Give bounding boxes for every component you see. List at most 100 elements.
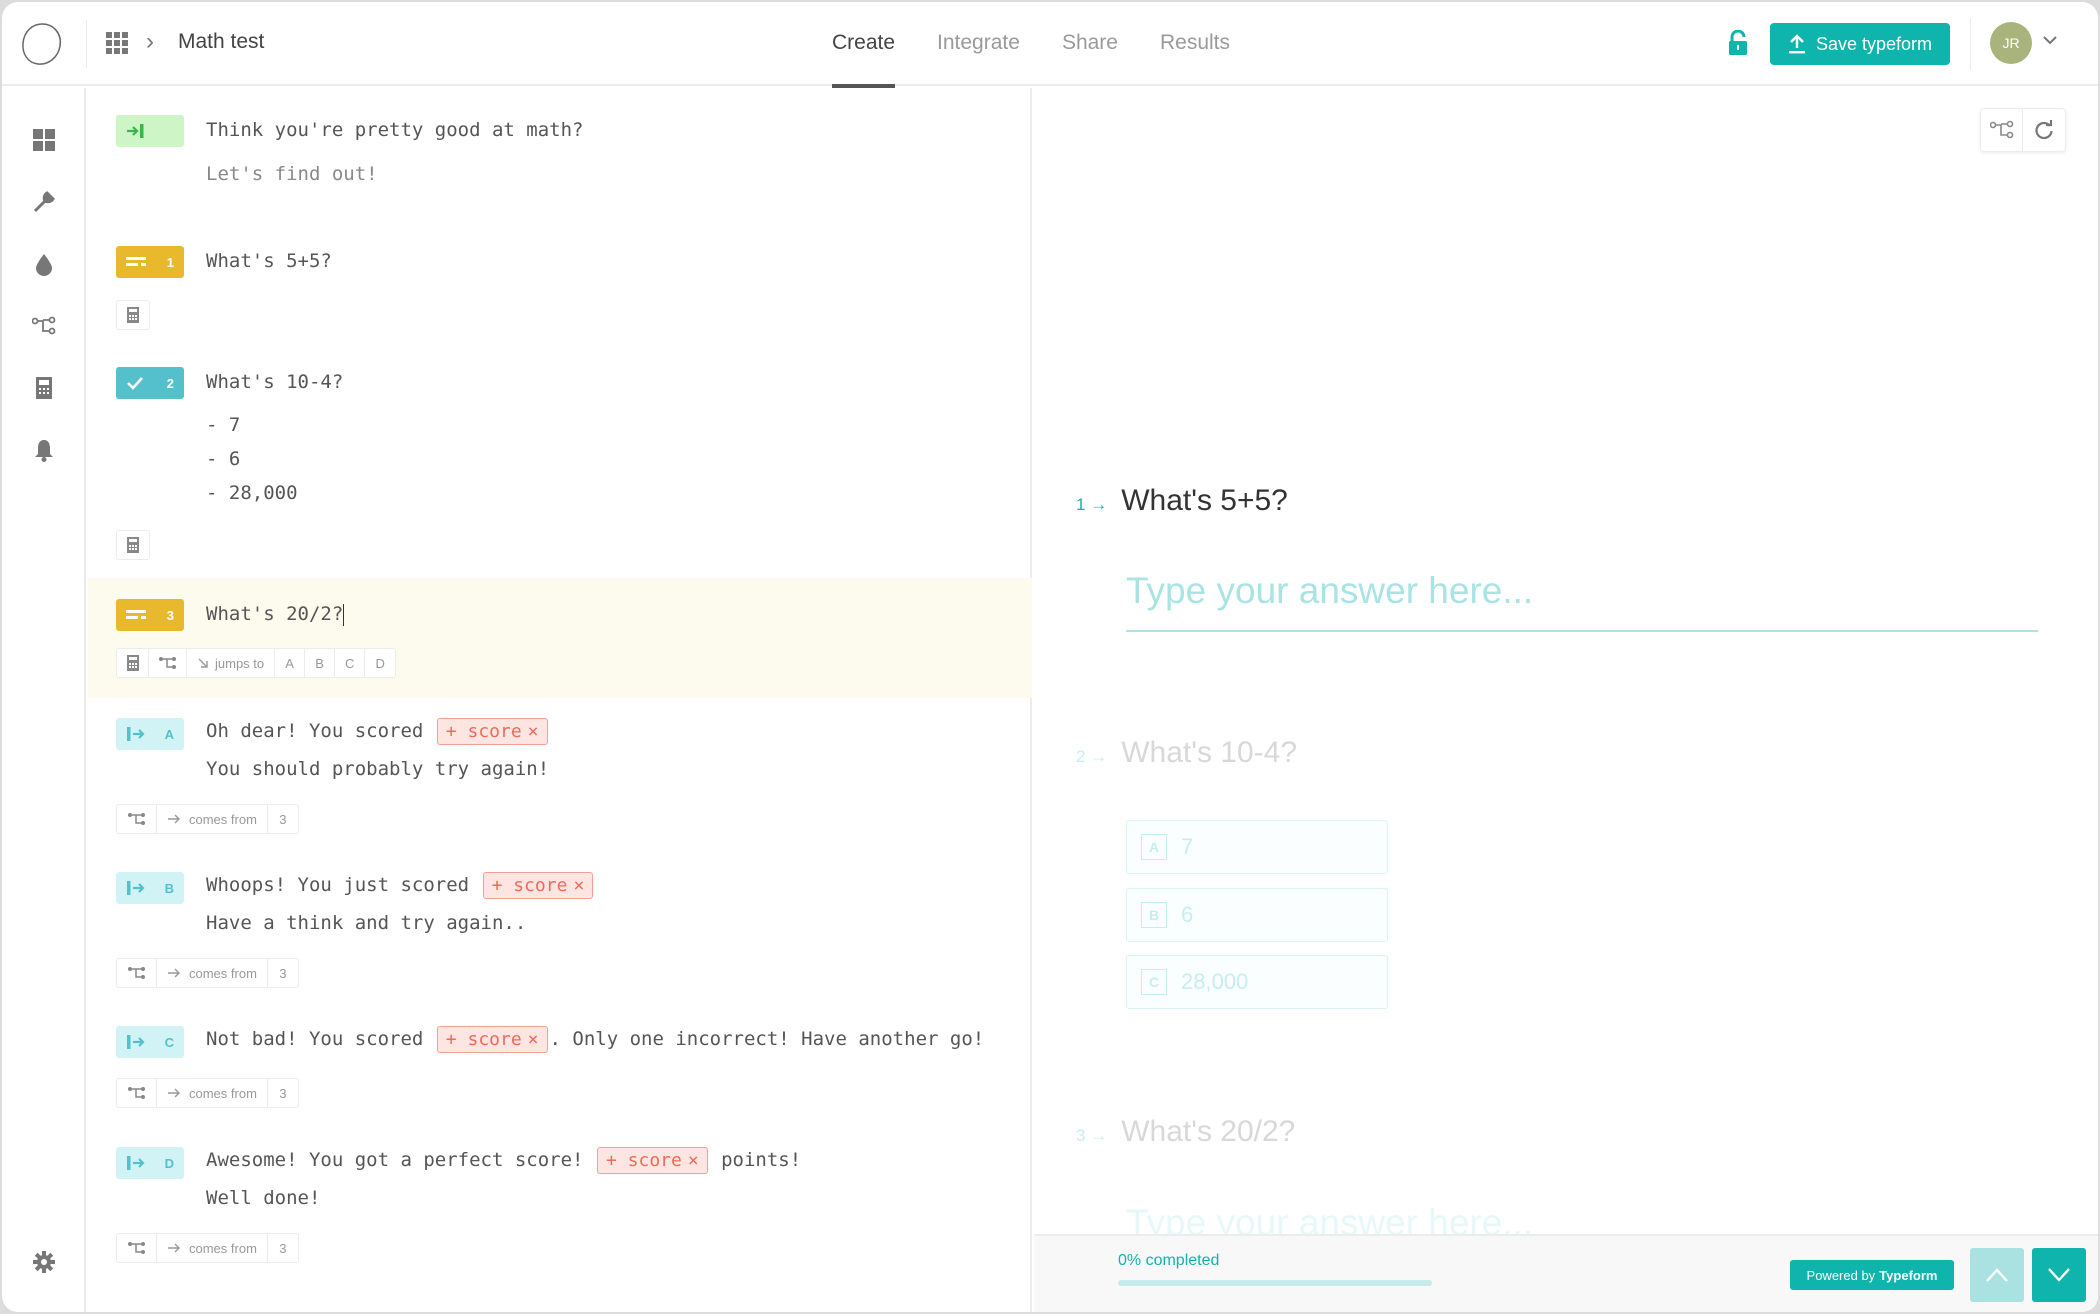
logic-button[interactable] [149, 649, 187, 677]
ending-block-a[interactable]: A Oh dear! You scored + score × You shoul… [88, 708, 1032, 858]
logic-map-button[interactable] [1981, 109, 2023, 151]
question-number: 3 → [1076, 1126, 1108, 1145]
calculator-button[interactable] [117, 649, 149, 677]
choice-option-a[interactable]: A 7 [1126, 820, 1388, 874]
user-avatar[interactable]: JR [1990, 22, 2032, 64]
choice-item[interactable]: - 7 [206, 414, 240, 436]
question-block-1[interactable]: 1 What's 5+5? [88, 228, 1032, 338]
header-divider [1970, 18, 1971, 70]
save-typeform-button[interactable]: Save typeform [1770, 23, 1950, 65]
question-title[interactable]: What's 5+5? [206, 250, 332, 272]
question-toolbar [116, 530, 150, 560]
question-number: 2 → [1076, 747, 1108, 766]
ending-letter: A [164, 726, 174, 742]
progress-label: 0% completed [1118, 1252, 1220, 1269]
logic-button[interactable] [117, 805, 157, 833]
ending-text[interactable]: Awesome! You got a perfect score! + scor… [206, 1147, 801, 1174]
calculator-icon[interactable] [30, 374, 58, 402]
tab-integrate[interactable]: Integrate [937, 2, 1020, 86]
ending-text[interactable]: Oh dear! You scored + score × [206, 718, 550, 745]
ending-text-part: points! [709, 1149, 802, 1171]
jump-target-c[interactable]: C [335, 649, 366, 677]
short-text-badge: 3 [116, 599, 184, 631]
remove-chip-icon[interactable]: × [688, 1150, 699, 1171]
welcome-title[interactable]: Think you're pretty good at math? [206, 119, 584, 141]
question-title[interactable]: What's 10-4? [206, 371, 343, 393]
gear-icon[interactable] [30, 1248, 58, 1276]
remove-chip-icon[interactable]: × [528, 721, 539, 742]
form-preview: 1 → What's 5+5? Type your answer here...… [1034, 88, 2098, 1312]
logic-branch-icon [158, 657, 176, 669]
refresh-button[interactable] [2023, 109, 2065, 151]
jump-target-d[interactable]: D [365, 649, 395, 677]
score-variable-chip[interactable]: + score × [482, 872, 594, 899]
chevron-down-icon[interactable] [2042, 32, 2058, 48]
question-number: 1 [166, 254, 174, 270]
comes-from-label: comes from [189, 1085, 257, 1101]
jump-target-a[interactable]: A [275, 649, 306, 677]
jumps-to-button[interactable]: jumps to [187, 649, 276, 677]
score-variable-chip[interactable]: + score × [436, 1026, 548, 1053]
tab-results[interactable]: Results [1160, 2, 1230, 86]
welcome-subtitle[interactable]: Let's find out! [206, 163, 378, 185]
ending-text[interactable]: Whoops! You just scored + score × [206, 872, 595, 899]
remove-chip-icon[interactable]: × [573, 875, 584, 896]
preview-question-3: 3 → What's 20/2? [1076, 1115, 1295, 1149]
plus-icon: + [445, 721, 457, 742]
bell-icon[interactable] [30, 436, 58, 464]
tab-create[interactable]: Create [832, 2, 896, 88]
enter-arrow-icon [127, 124, 144, 138]
choice-item[interactable]: - 28,000 [206, 482, 298, 504]
progress-bar [1118, 1280, 1432, 1286]
previous-question-button[interactable] [1970, 1248, 2024, 1302]
welcome-screen-block[interactable]: Think you're pretty good at math? Let's … [88, 88, 1032, 218]
choice-option-c[interactable]: C 28,000 [1126, 955, 1388, 1009]
logic-button[interactable] [117, 1234, 157, 1262]
logic-branch-icon [1989, 120, 2013, 139]
choice-key: C [1141, 969, 1167, 995]
form-title[interactable]: Math test [178, 30, 264, 54]
choice-option-b[interactable]: B 6 [1126, 888, 1388, 942]
answer-input[interactable]: Type your answer here... [1126, 566, 2038, 632]
jump-target-b[interactable]: B [305, 649, 336, 677]
apps-grid-icon[interactable] [106, 32, 128, 54]
ending-block-c[interactable]: C Not bad! You scored + score × . Only one… [88, 1016, 1032, 1136]
exit-arrow-icon [127, 727, 145, 741]
ending-line-2[interactable]: You should probably try again! [206, 758, 549, 780]
powered-by-typeform-badge[interactable]: Powered by Typeform [1790, 1260, 1954, 1290]
calculator-button[interactable] [117, 301, 149, 329]
logic-button[interactable] [117, 959, 157, 987]
comes-from-source[interactable]: 3 [268, 959, 298, 987]
comes-from-source[interactable]: 3 [268, 1234, 298, 1262]
comes-from-source[interactable]: 3 [268, 805, 298, 833]
typeform-logo[interactable] [18, 20, 66, 68]
ending-block-b[interactable]: B Whoops! You just scored + score × Have … [88, 862, 1032, 1012]
ending-line-2[interactable]: Well done! [206, 1187, 320, 1209]
ending-letter: B [164, 880, 174, 896]
wrench-icon[interactable] [30, 188, 58, 216]
ending-text[interactable]: Not bad! You scored + score × . Only one i… [206, 1026, 984, 1053]
logic-branch-icon [127, 1242, 145, 1254]
question-block-2[interactable]: 2 What's 10-4? - 7 - 6 - 28,000 [88, 350, 1032, 560]
calculator-button[interactable] [117, 531, 149, 559]
dashboard-icon[interactable] [30, 126, 58, 154]
tab-share[interactable]: Share [1062, 2, 1118, 86]
question-block-3[interactable]: 3 What's 20/2? jumps to A B C D [88, 578, 1032, 698]
exit-arrow-icon [127, 881, 145, 895]
logic-button[interactable] [117, 1079, 157, 1107]
next-question-button[interactable] [2032, 1248, 2086, 1302]
logic-branch-icon[interactable] [30, 312, 58, 340]
theme-drop-icon[interactable] [30, 250, 58, 278]
multiple-choice-badge: 2 [116, 367, 184, 399]
choice-item[interactable]: - 6 [206, 448, 240, 470]
comes-from-source[interactable]: 3 [268, 1079, 298, 1107]
ending-text-part: Awesome! You got a perfect score! [206, 1149, 584, 1171]
remove-chip-icon[interactable]: × [528, 1029, 539, 1050]
ending-line-2[interactable]: Have a think and try again.. [206, 912, 526, 934]
score-variable-chip[interactable]: + score × [436, 718, 548, 745]
question-title-input[interactable]: What's 20/2? [206, 603, 345, 626]
unlock-icon[interactable] [1728, 30, 1748, 56]
ending-block-d[interactable]: D Awesome! You got a perfect score! + sc… [88, 1137, 1032, 1297]
score-variable-chip[interactable]: + score × [596, 1147, 708, 1174]
ending-badge: A [116, 718, 184, 750]
